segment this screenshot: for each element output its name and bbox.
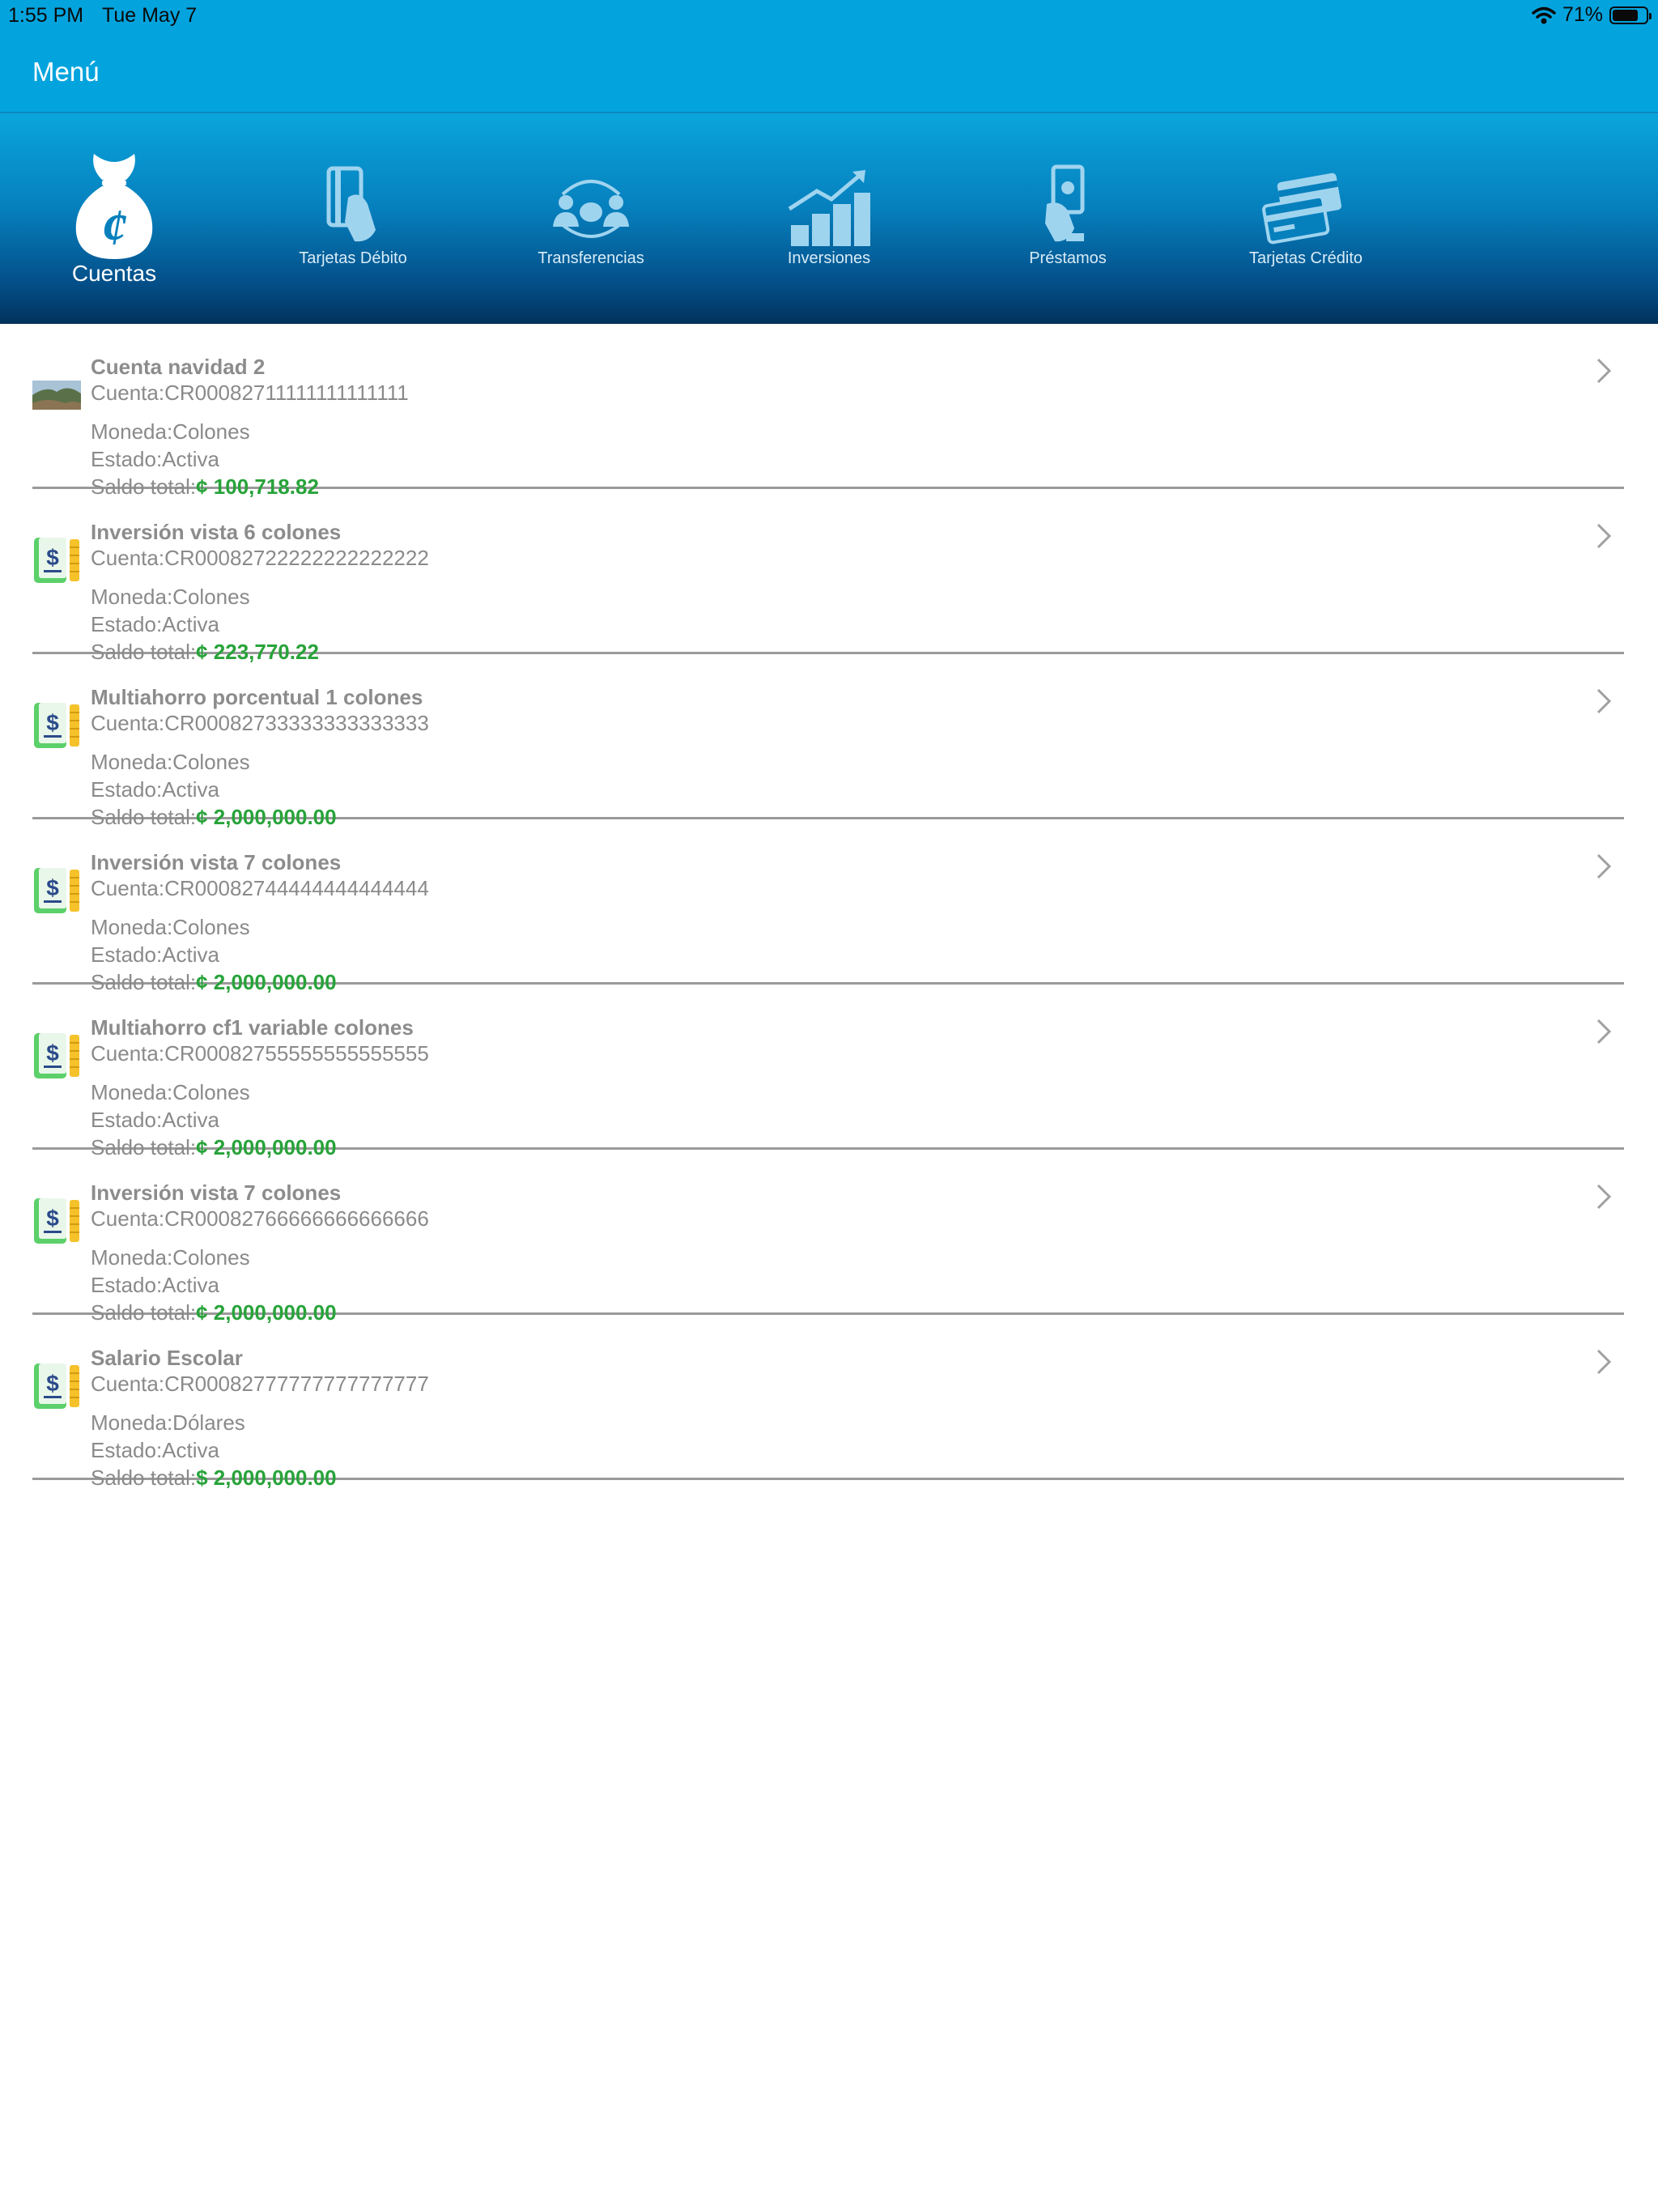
savings-book-icon: $ <box>34 1363 79 1409</box>
account-currency: Moneda:Colones <box>91 1080 250 1104</box>
category-transferencias[interactable]: Transferencias <box>494 113 688 324</box>
category-bar: ¢ Cuentas Tarjetas Débito Transferencias <box>0 113 1658 324</box>
category-label: Cuentas <box>71 261 157 286</box>
battery-icon <box>1609 6 1652 24</box>
account-number: Cuenta:CR00082733333333333333 <box>91 711 429 735</box>
svg-text:$: $ <box>46 1040 59 1066</box>
account-number: Cuenta:CR00082722222222222222 <box>91 546 429 570</box>
svg-text:$: $ <box>46 1371 59 1396</box>
money-bag-colon-icon: ¢ <box>75 154 153 259</box>
account-number: Cuenta:CR00082744444444444444 <box>91 876 429 900</box>
account-row[interactable]: $ Inversión vista 7 colones Cuenta:CR000… <box>32 1150 1624 1325</box>
account-status: Estado:Activa <box>91 1108 219 1132</box>
account-row[interactable]: $ Inversión vista 6 colones Cuenta:CR000… <box>32 489 1624 664</box>
account-name: Inversión vista 6 colones <box>91 520 342 544</box>
account-list: Cuenta navidad 2 Cuenta:CR00082711111111… <box>32 324 1624 1490</box>
account-name: Inversión vista 7 colones <box>91 1180 342 1205</box>
landscape-photo-thumbnail <box>32 381 81 410</box>
account-currency: Moneda:Colones <box>91 1245 250 1270</box>
chevron-right-icon <box>1596 523 1612 549</box>
savings-book-icon: $ <box>34 703 79 748</box>
account-status: Estado:Activa <box>91 1273 219 1297</box>
account-currency: Moneda:Dólares <box>91 1410 245 1435</box>
svg-text:$: $ <box>46 545 59 570</box>
account-currency: Moneda:Colones <box>91 750 250 774</box>
menu-button[interactable]: Menú <box>32 57 100 87</box>
account-name: Multiahorro cf1 variable colones <box>91 1015 414 1040</box>
savings-book-icon: $ <box>34 538 79 583</box>
account-row[interactable]: $ Inversión vista 7 colones Cuenta:CR000… <box>32 819 1624 994</box>
account-name: Cuenta navidad 2 <box>91 355 266 379</box>
battery-percent: 71% <box>1562 3 1603 26</box>
account-status: Estado:Activa <box>91 612 219 636</box>
account-currency: Moneda:Colones <box>91 585 250 609</box>
account-row[interactable]: $ Multiahorro cf1 variable colones Cuent… <box>32 985 1624 1159</box>
account-name: Multiahorro porcentual 1 colones <box>91 685 423 709</box>
category-cuentas[interactable]: ¢ Cuentas <box>17 113 211 324</box>
top-bar: 1:55 PM Tue May 7 71% Menú <box>0 0 1658 113</box>
svg-text:$: $ <box>46 875 59 900</box>
account-currency: Moneda:Colones <box>91 915 250 939</box>
account-status: Estado:Activa <box>91 1438 219 1462</box>
account-status: Estado:Activa <box>91 777 219 802</box>
account-currency: Moneda:Colones <box>91 419 250 444</box>
category-inversiones[interactable]: Inversiones <box>732 113 926 324</box>
investment-chart-icon <box>788 170 870 246</box>
account-row[interactable]: $ Salario Escolar Cuenta:CR0008277777777… <box>32 1315 1624 1490</box>
credit-cards-icon <box>1262 172 1341 245</box>
category-label: Transferencias <box>538 249 644 267</box>
category-label: Inversiones <box>787 249 871 267</box>
account-status: Estado:Activa <box>91 942 219 967</box>
account-status: Estado:Activa <box>91 447 219 471</box>
category-tarjetas-debito[interactable]: Tarjetas Débito <box>256 113 450 324</box>
svg-text:$: $ <box>46 1206 59 1231</box>
svg-text:$: $ <box>46 710 59 735</box>
account-name: Inversión vista 7 colones <box>91 850 342 874</box>
wifi-icon <box>1532 6 1556 23</box>
chevron-right-icon <box>1596 688 1612 714</box>
chevron-right-icon <box>1596 358 1612 384</box>
account-name: Salario Escolar <box>91 1346 243 1370</box>
category-label: Tarjetas Crédito <box>1248 249 1363 267</box>
svg-text:¢: ¢ <box>101 198 127 256</box>
status-time: 1:55 PM <box>8 4 84 27</box>
transfer-people-icon <box>553 180 629 238</box>
savings-book-icon: $ <box>34 1198 79 1244</box>
status-right: 71% <box>1532 3 1652 27</box>
account-number: Cuenta:CR00082777777777777777 <box>91 1372 429 1396</box>
category-label: Préstamos <box>1029 249 1107 267</box>
chevron-right-icon <box>1596 1019 1612 1044</box>
category-tarjetas-credito[interactable]: Tarjetas Crédito <box>1209 113 1403 324</box>
chevron-right-icon <box>1596 1184 1612 1210</box>
status-bar: 1:55 PM Tue May 7 71% <box>0 0 1658 32</box>
account-number: Cuenta:CR00082766666666666666 <box>91 1206 429 1231</box>
category-prestamos[interactable]: Préstamos <box>971 113 1165 324</box>
account-number: Cuenta:CR00082755555555555555 <box>91 1041 429 1066</box>
savings-book-icon: $ <box>34 868 79 913</box>
loan-hand-cash-icon <box>1045 164 1085 242</box>
balance-label: Saldo total: <box>91 1465 197 1490</box>
account-number: Cuenta:CR00082711111111111111 <box>91 381 409 405</box>
category-label: Tarjetas Débito <box>299 249 407 267</box>
account-row[interactable]: Cuenta navidad 2 Cuenta:CR00082711111111… <box>32 324 1624 499</box>
balance-amount: $ 2,000,000.00 <box>196 1465 337 1490</box>
status-date: Tue May 7 <box>102 4 198 27</box>
account-balance: Saldo total:$ 2,000,000.00 <box>91 1465 337 1491</box>
account-row[interactable]: $ Multiahorro porcentual 1 colones Cuent… <box>32 654 1624 829</box>
chevron-right-icon <box>1596 1349 1612 1375</box>
debit-card-icon <box>326 166 376 242</box>
savings-book-icon: $ <box>34 1033 79 1078</box>
chevron-right-icon <box>1596 853 1612 879</box>
